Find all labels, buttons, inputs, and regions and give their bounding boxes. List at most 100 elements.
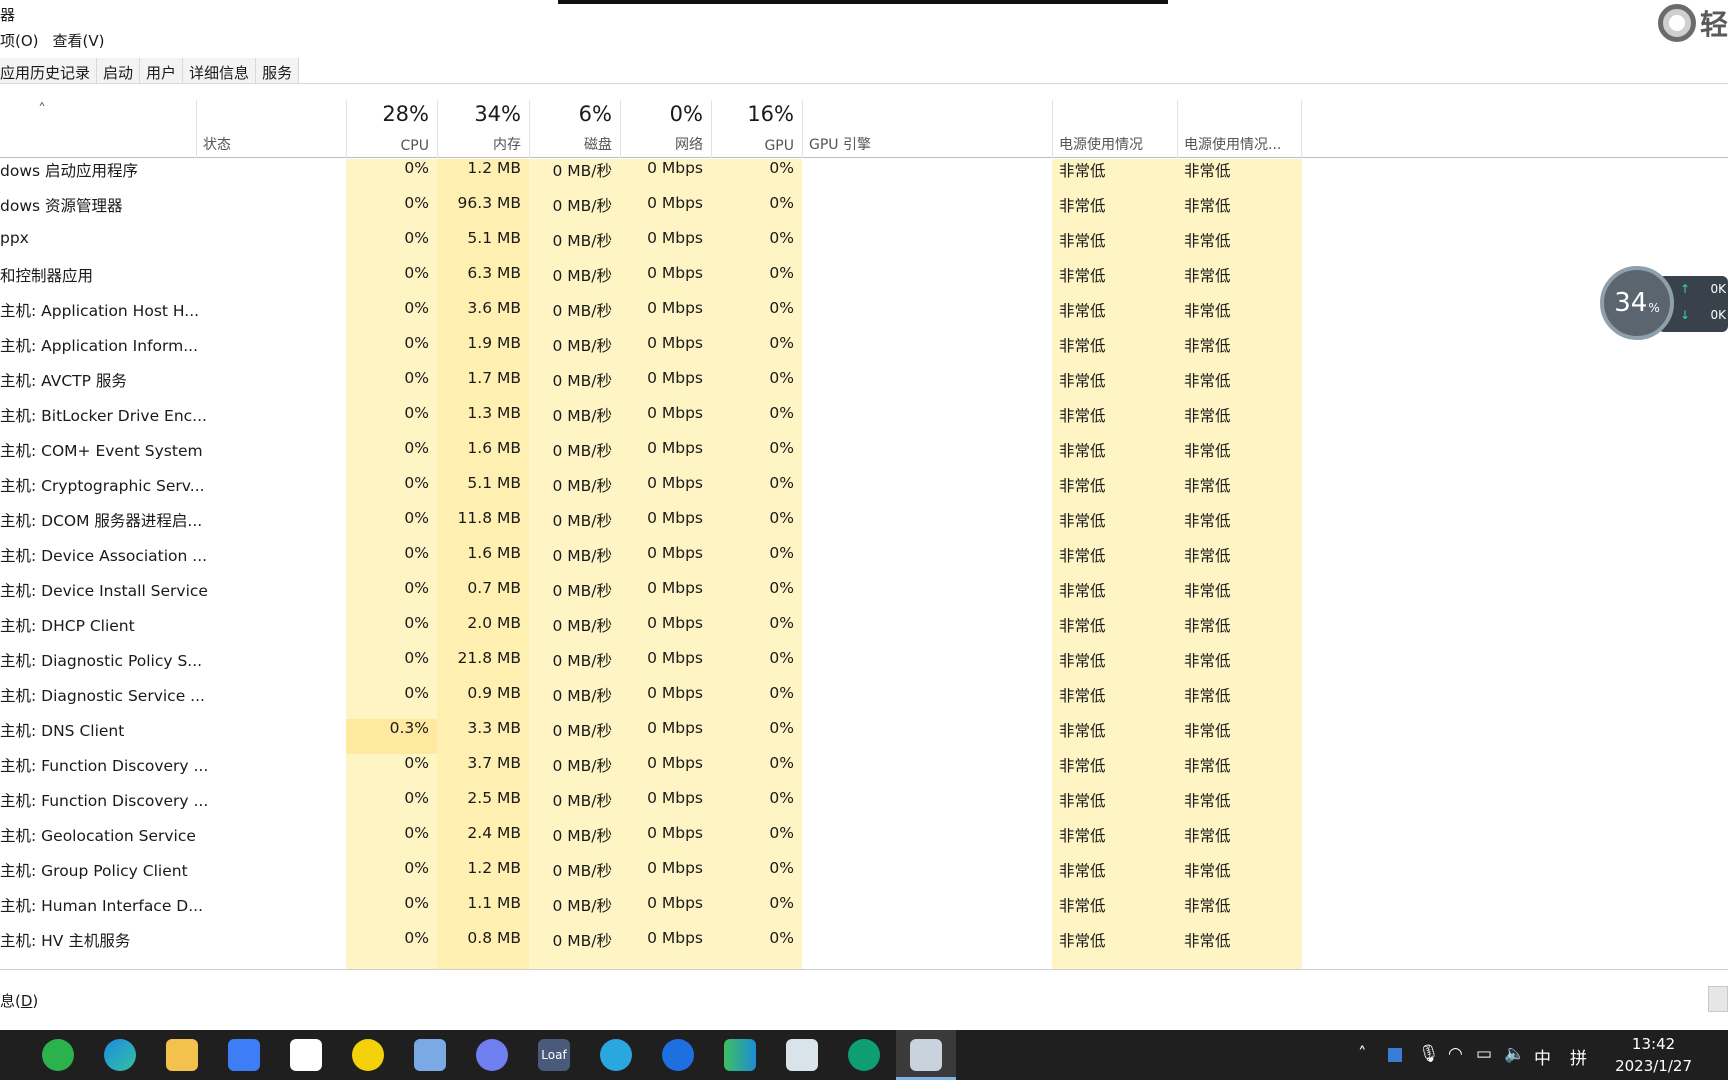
- process-power-trend: 非常低: [1184, 722, 1231, 740]
- table-row[interactable]: 主机: BitLocker Drive Enc... 0% 1.3 MB 0 MB/秒…: [0, 404, 1728, 439]
- process-memory: 2.0 MB: [467, 614, 521, 632]
- table-row[interactable]: 主机: COM+ Event System 0% 1.6 MB 0 MB/秒 0 Mbp…: [0, 439, 1728, 474]
- windows-app-icon[interactable]: [290, 1039, 322, 1071]
- table-row[interactable]: 主机: Function Discovery ... 0% 3.7 MB 0 MB/秒…: [0, 754, 1728, 789]
- process-memory: 1.3 MB: [467, 404, 521, 422]
- k-app-icon[interactable]: [662, 1039, 694, 1071]
- table-row[interactable]: dows 启动应用程序 0% 1.2 MB 0 MB/秒 0 Mbps 0% 非常低 非常低: [0, 159, 1728, 194]
- process-gpu: 0%: [769, 299, 794, 317]
- table-row[interactable]: 主机: Application Inform... 0% 1.9 MB 0 MB/秒 0…: [0, 334, 1728, 369]
- process-power-trend: 非常低: [1184, 617, 1231, 635]
- table-row[interactable]: 主机: Geolocation Service 0% 2.4 MB 0 MB/秒 0 M…: [0, 824, 1728, 859]
- browser-ring-icon[interactable]: [476, 1039, 508, 1071]
- green-app-icon[interactable]: [724, 1039, 756, 1071]
- sort-caret-icon[interactable]: ˄: [38, 100, 46, 119]
- process-power-trend: 非常低: [1184, 232, 1231, 250]
- header-power-trend[interactable]: 电源使用情况...: [1177, 100, 1302, 158]
- tab-services[interactable]: 服务: [256, 58, 300, 83]
- menu-view[interactable]: 查看(V): [53, 30, 105, 54]
- feishu-icon[interactable]: [228, 1039, 260, 1071]
- screen-app-icon[interactable]: [786, 1039, 818, 1071]
- table-row[interactable]: 主机: Diagnostic Service ... 0% 0.9 MB 0 MB/秒…: [0, 684, 1728, 719]
- ime-indicator[interactable]: 中: [1534, 1044, 1551, 1069]
- process-power-trend: 非常低: [1184, 302, 1231, 320]
- battery-icon[interactable]: ▭: [1476, 1044, 1492, 1064]
- microphone-icon[interactable]: 🎙: [1418, 1044, 1440, 1064]
- header-memory[interactable]: 34% 内存: [437, 100, 529, 158]
- process-name: 主机: Application Inform...: [0, 337, 198, 355]
- brand-widget[interactable]: 轻: [1652, 2, 1728, 44]
- process-disk: 0 MB/秒: [552, 687, 612, 705]
- end-task-button[interactable]: [1708, 986, 1728, 1012]
- bird-icon[interactable]: [600, 1039, 632, 1071]
- tab-users[interactable]: 用户: [140, 58, 184, 83]
- process-cpu: 0%: [404, 334, 429, 352]
- wechat-icon[interactable]: [42, 1039, 74, 1071]
- details-prefix: 息(: [0, 992, 21, 1010]
- app-yellow-icon[interactable]: [352, 1039, 384, 1071]
- process-memory: 1.2 MB: [467, 159, 521, 177]
- process-power-trend: 非常低: [1184, 687, 1231, 705]
- header-gpu-engine[interactable]: GPU 引擎: [802, 100, 1052, 158]
- process-cpu: 0%: [404, 474, 429, 492]
- table-row[interactable]: 主机: Function Discovery ... 0% 2.5 MB 0 MB/秒…: [0, 789, 1728, 824]
- recorder-icon[interactable]: [848, 1039, 880, 1071]
- process-memory: 11.8 MB: [457, 509, 521, 527]
- process-memory: 1.2 MB: [467, 859, 521, 877]
- header-power[interactable]: 电源使用情况: [1052, 100, 1177, 158]
- process-power-trend: 非常低: [1184, 582, 1231, 600]
- control-panel-icon[interactable]: [414, 1039, 446, 1071]
- task-manager-icon[interactable]: [910, 1039, 942, 1071]
- volume-icon[interactable]: 🔈: [1504, 1044, 1525, 1064]
- header-status[interactable]: 状态: [196, 100, 346, 158]
- table-row[interactable]: 和控制器应用 0% 6.3 MB 0 MB/秒 0 Mbps 0% 非常低 非常低: [0, 264, 1728, 299]
- table-row[interactable]: 主机: Device Install Service 0% 0.7 MB 0 MB/秒…: [0, 579, 1728, 614]
- tab-startup[interactable]: 启动: [97, 58, 141, 83]
- process-cpu: 0%: [404, 159, 429, 177]
- ime-mode[interactable]: 拼: [1570, 1044, 1587, 1069]
- gpu-engine-label: GPU 引擎: [809, 137, 871, 153]
- wifi-icon[interactable]: ◠: [1448, 1044, 1463, 1064]
- table-row[interactable]: 主机: DNS Client 0.3% 3.3 MB 0 MB/秒 0 Mbps 0% 非常…: [0, 719, 1728, 754]
- table-row[interactable]: 主机: Device Association ... 0% 1.6 MB 0 MB/秒…: [0, 544, 1728, 579]
- fewer-details-link[interactable]: 息(D): [0, 990, 38, 1011]
- header-cpu[interactable]: 28% CPU: [346, 100, 437, 158]
- process-gpu: 0%: [769, 159, 794, 177]
- table-row[interactable]: 主机: Application Host H... 0% 3.6 MB 0 MB/秒 0…: [0, 299, 1728, 334]
- header-network[interactable]: 0% 网络: [620, 100, 711, 158]
- process-cpu: 0%: [404, 229, 429, 247]
- table-row[interactable]: 主机: Human Interface D... 0% 1.1 MB 0 MB/秒 0 …: [0, 894, 1728, 929]
- tab-details[interactable]: 详细信息: [183, 58, 257, 83]
- upload-speed: 0K: [1710, 282, 1726, 296]
- disk-total: 6%: [578, 102, 612, 126]
- header-gpu[interactable]: 16% GPU: [711, 100, 802, 158]
- table-row[interactable]: 主机: Cryptographic Serv... 0% 5.1 MB 0 MB/秒 0…: [0, 474, 1728, 509]
- table-row[interactable]: ppx 0% 5.1 MB 0 MB/秒 0 Mbps 0% 非常低 非常低: [0, 229, 1728, 264]
- tray-app-icon[interactable]: [1388, 1048, 1402, 1062]
- table-row[interactable]: dows 资源管理器 0% 96.3 MB 0 MB/秒 0 Mbps 0% 非常低 非常低: [0, 194, 1728, 229]
- table-row[interactable]: 主机: DHCP Client 0% 2.0 MB 0 MB/秒 0 Mbps 0% 非常低…: [0, 614, 1728, 649]
- table-row[interactable]: 主机: Group Policy Client 0% 1.2 MB 0 MB/秒 0 M…: [0, 859, 1728, 894]
- process-disk: 0 MB/秒: [552, 232, 612, 250]
- table-row[interactable]: 主机: HV 主机服务 0% 0.8 MB 0 MB/秒 0 Mbps 0% 非常低 非常低: [0, 929, 1728, 964]
- process-cpu: 0%: [404, 754, 429, 772]
- process-name: 主机: Cryptographic Serv...: [0, 477, 205, 495]
- gauge-percent: 34: [1614, 288, 1648, 318]
- table-row[interactable]: 主机: Diagnostic Policy S... 0% 21.8 MB 0 MB/…: [0, 649, 1728, 684]
- speed-monitor-widget[interactable]: ↑ 0K ↓ 0K 34%: [1600, 266, 1728, 340]
- taskbar-clock[interactable]: 13:42 2023/1/27: [1615, 1033, 1692, 1077]
- tab-app-history[interactable]: 应用历史记录: [0, 58, 98, 83]
- table-row[interactable]: 主机: DCOM 服务器进程启... 0% 11.8 MB 0 MB/秒 0 Mbps 0…: [0, 509, 1728, 544]
- clock-date: 2023/1/27: [1615, 1057, 1692, 1075]
- header-disk[interactable]: 6% 磁盘: [529, 100, 620, 158]
- edge-icon[interactable]: [104, 1039, 136, 1071]
- menu-options[interactable]: 项(O): [0, 30, 39, 54]
- loaf-icon[interactable]: Loaf: [538, 1039, 570, 1071]
- tray-chevron-icon[interactable]: ˄: [1358, 1044, 1367, 1064]
- table-row[interactable]: 主机: AVCTP 服务 0% 1.7 MB 0 MB/秒 0 Mbps 0% 非常低 非常低: [0, 369, 1728, 404]
- process-gpu: 0%: [769, 614, 794, 632]
- process-power: 非常低: [1059, 617, 1106, 635]
- file-explorer-icon[interactable]: [166, 1039, 198, 1071]
- process-cpu: 0%: [404, 299, 429, 317]
- process-disk: 0 MB/秒: [552, 547, 612, 565]
